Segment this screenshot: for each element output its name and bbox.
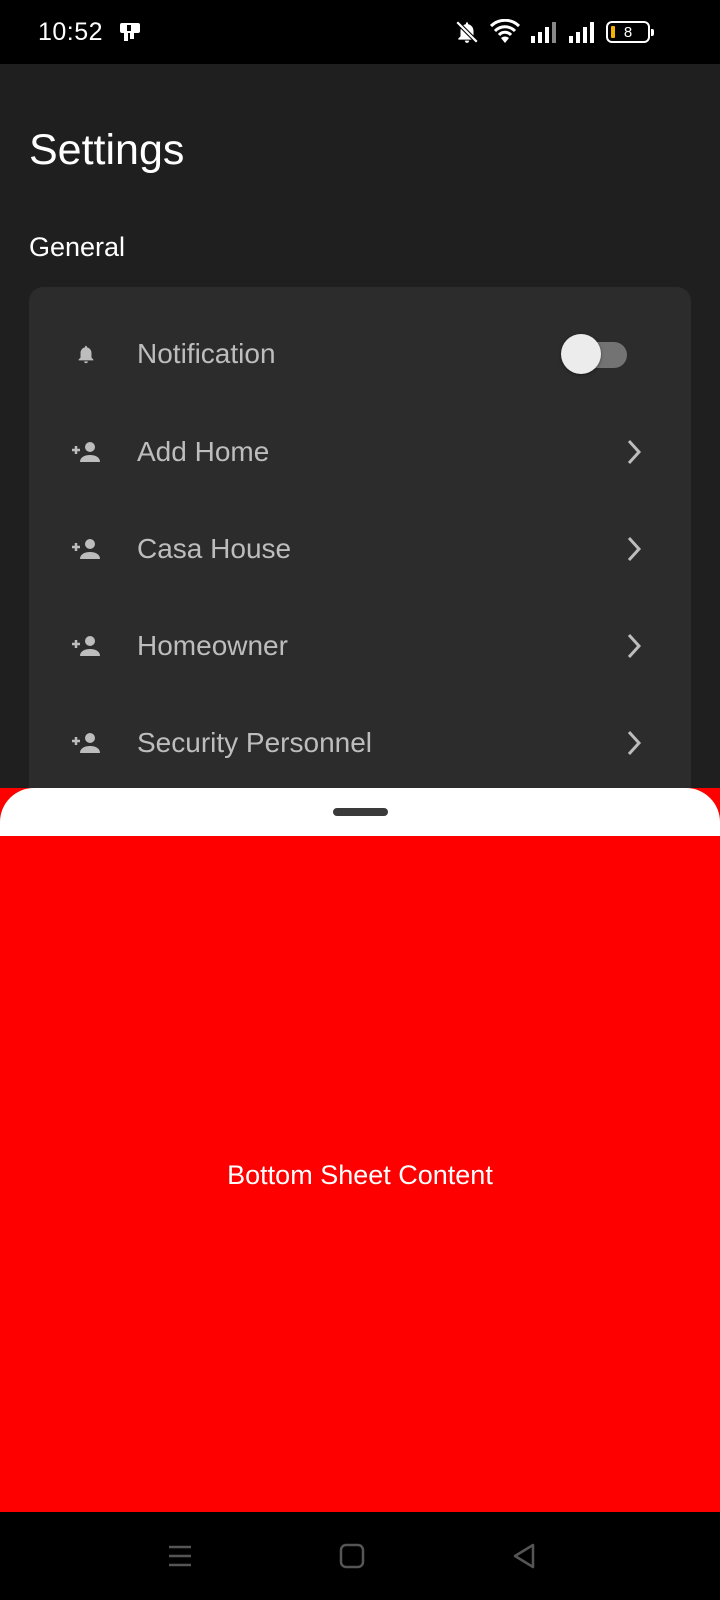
battery-level: 8 [623,23,633,41]
signal-icon [568,20,596,44]
settings-item-add-home[interactable]: Add Home [29,407,691,497]
settings-item-security-personnel[interactable]: Security Personnel [29,698,691,788]
person-add-icon [71,631,101,661]
home-icon[interactable] [336,1540,368,1572]
settings-item-notification[interactable]: Notification [29,309,691,399]
notification-toggle[interactable] [561,334,627,374]
settings-item-label: Notification [137,338,276,369]
toggle-thumb [561,334,601,374]
settings-item-label: Homeowner [137,630,288,661]
bottom-sheet-content: Bottom Sheet Content [227,1160,493,1190]
settings-item-label: Add Home [137,436,270,467]
page-title: Settings [29,126,185,174]
settings-item-label: Casa House [137,533,292,564]
back-icon[interactable] [508,1540,540,1572]
bottom-sheet[interactable]: Bottom Sheet Content [0,788,720,1512]
bell-icon [71,339,101,369]
chevron-right-icon [623,437,645,467]
settings-card: Notification Add Home Casa House Homeown… [29,287,691,807]
settings-item-casa-house[interactable]: Casa House [29,504,691,594]
status-time: 10:52 [38,17,104,46]
person-add-icon [71,534,101,564]
settings-item-label: Security Personnel [137,727,373,758]
bottom-sheet-header[interactable] [0,788,720,836]
chevron-right-icon [623,631,645,661]
chevron-right-icon [623,534,645,564]
signal-icon [530,20,558,44]
drag-handle[interactable] [333,808,388,816]
chevron-right-icon [623,728,645,758]
battery-icon: 8 [606,21,654,43]
mute-icon [454,19,480,45]
menu-icon[interactable] [164,1540,196,1572]
status-icons: 8 [454,19,654,45]
person-add-icon [71,728,101,758]
system-nav-bar [0,1512,720,1600]
settings-item-homeowner[interactable]: Homeowner [29,601,691,691]
section-label-general: General [29,232,126,262]
person-add-icon [71,437,101,467]
app-notification-icon [117,19,143,45]
status-bar: 10:52 8 [0,0,720,64]
wifi-icon [490,19,520,45]
